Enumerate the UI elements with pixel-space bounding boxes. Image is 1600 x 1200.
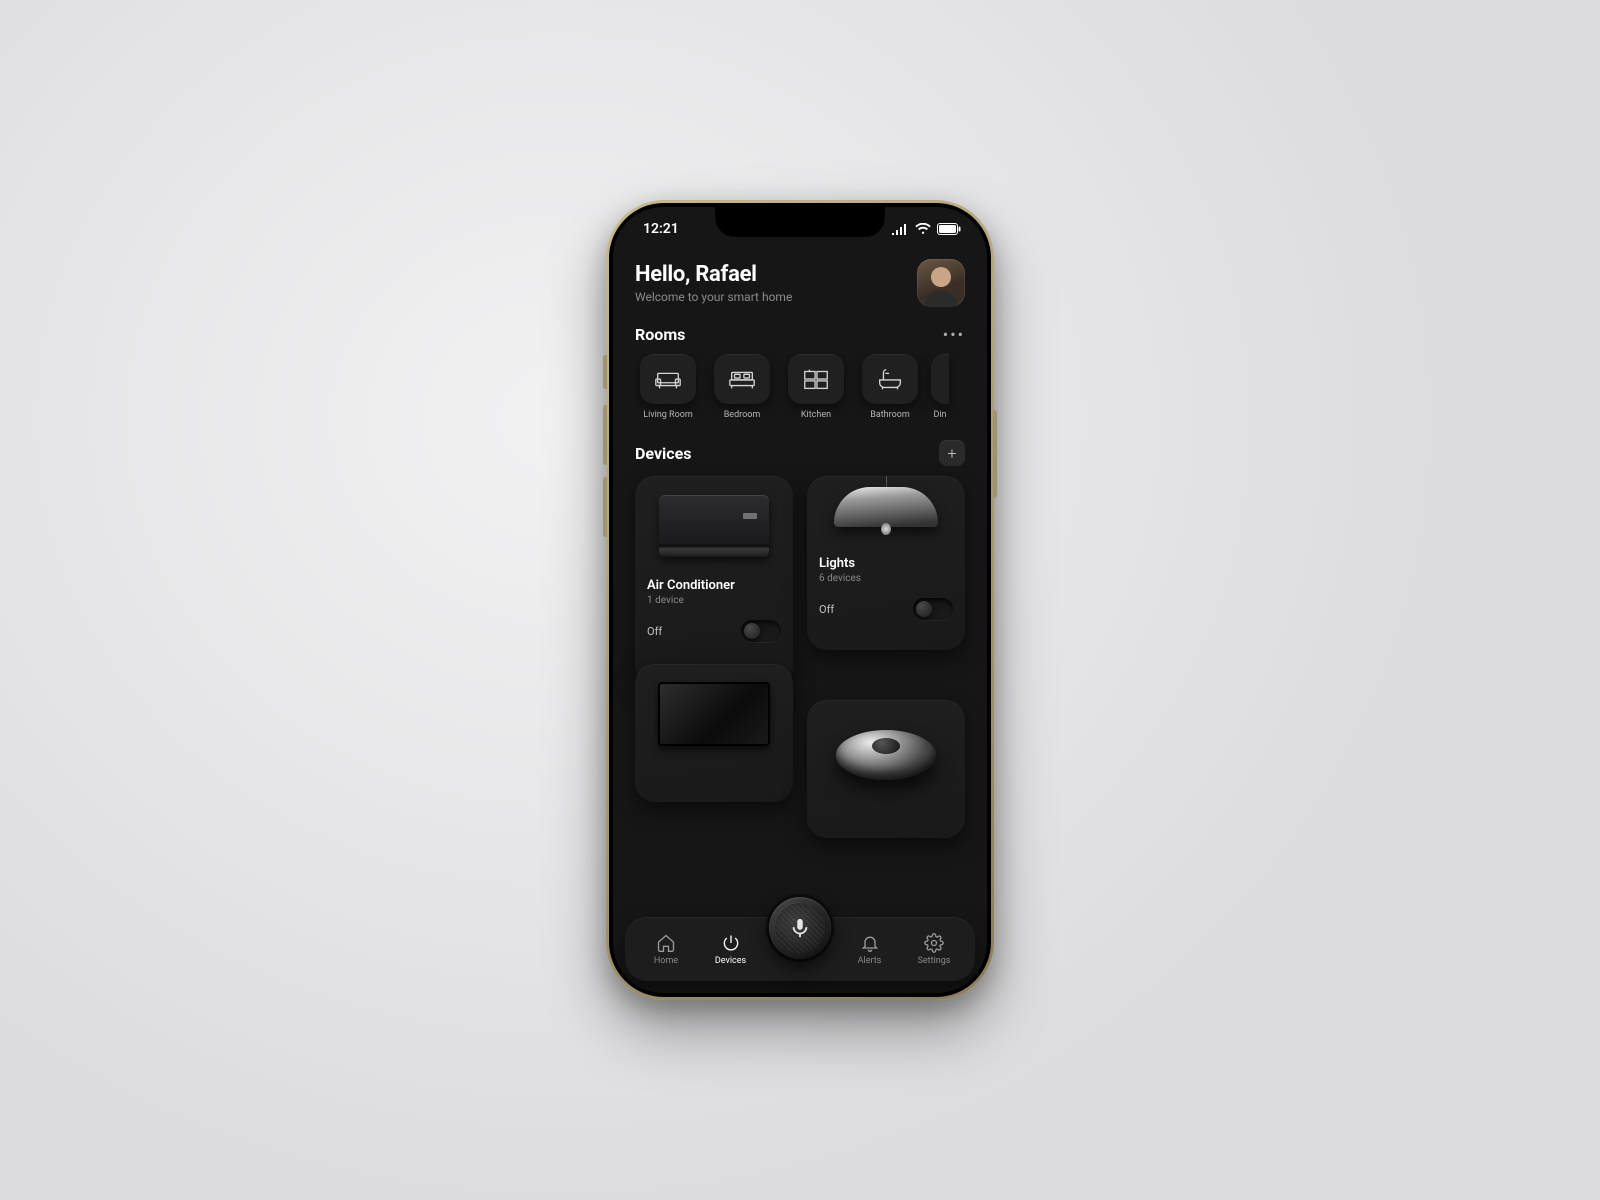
kitchen-icon: [788, 354, 844, 404]
ac-image: [641, 482, 787, 570]
notch: [715, 207, 885, 237]
tab-label: Home: [654, 956, 678, 966]
microphone-icon: [789, 917, 811, 939]
rooms-heading: Rooms: [635, 325, 685, 344]
greeting-title: Hello, Rafael: [635, 262, 792, 287]
home-icon: [656, 933, 676, 953]
tab-alerts[interactable]: Alerts: [847, 933, 893, 966]
bed-icon: [714, 354, 770, 404]
screen: 12:21 Hello, Rafael Welcome to your smar…: [613, 207, 987, 993]
device-state: Off: [647, 625, 662, 638]
ac-toggle[interactable]: [741, 620, 781, 642]
add-device-button[interactable]: +: [939, 440, 965, 466]
battery-icon: [937, 223, 961, 235]
room-label: Din: [931, 410, 949, 420]
room-label: Living Room: [635, 410, 701, 420]
dining-icon: [931, 354, 949, 404]
tab-label: Settings: [918, 956, 951, 966]
signal-icon: [891, 223, 909, 235]
mic-button[interactable]: [769, 897, 831, 959]
status-time: 12:21: [643, 221, 679, 237]
phone-frame: 12:21 Hello, Rafael Welcome to your smar…: [606, 200, 994, 1000]
robot-image: [813, 706, 959, 794]
room-living-room[interactable]: Living Room: [635, 354, 701, 420]
greeting-subtitle: Welcome to your smart home: [635, 290, 792, 304]
sofa-icon: [640, 354, 696, 404]
wifi-icon: [915, 223, 931, 235]
devices-heading: Devices: [635, 444, 691, 463]
room-label: Bedroom: [709, 410, 775, 420]
device-card-ac[interactable]: Air Conditioner 1 device Off: [635, 476, 793, 686]
tab-settings[interactable]: Settings: [911, 933, 957, 966]
avatar[interactable]: [917, 259, 965, 307]
room-dining[interactable]: Din: [931, 354, 949, 420]
rooms-more-icon[interactable]: •••: [943, 325, 965, 344]
lamp-image: [813, 482, 959, 548]
power-icon: [721, 933, 741, 953]
device-title: Lights: [819, 556, 953, 571]
tab-devices[interactable]: Devices: [708, 933, 754, 966]
device-card-lights[interactable]: Lights 6 devices Off: [807, 476, 965, 650]
bell-icon: [860, 933, 880, 953]
room-bathroom[interactable]: Bathroom: [857, 354, 923, 420]
tab-label: Devices: [715, 956, 746, 966]
room-label: Kitchen: [783, 410, 849, 420]
device-sub: 6 devices: [819, 573, 953, 584]
rooms-row[interactable]: Living Room Bedroom Kitchen: [635, 354, 965, 420]
gear-icon: [924, 933, 944, 953]
bathtub-icon: [862, 354, 918, 404]
device-sub: 1 device: [647, 595, 781, 606]
device-card-tv[interactable]: [635, 664, 793, 802]
room-kitchen[interactable]: Kitchen: [783, 354, 849, 420]
tab-label: Alerts: [858, 956, 882, 966]
device-card-robot[interactable]: [807, 700, 965, 838]
tv-image: [641, 670, 787, 758]
device-state: Off: [819, 603, 834, 616]
device-title: Air Conditioner: [647, 578, 781, 593]
room-label: Bathroom: [857, 410, 923, 420]
tab-home[interactable]: Home: [643, 933, 689, 966]
lights-toggle[interactable]: [913, 598, 953, 620]
room-bedroom[interactable]: Bedroom: [709, 354, 775, 420]
